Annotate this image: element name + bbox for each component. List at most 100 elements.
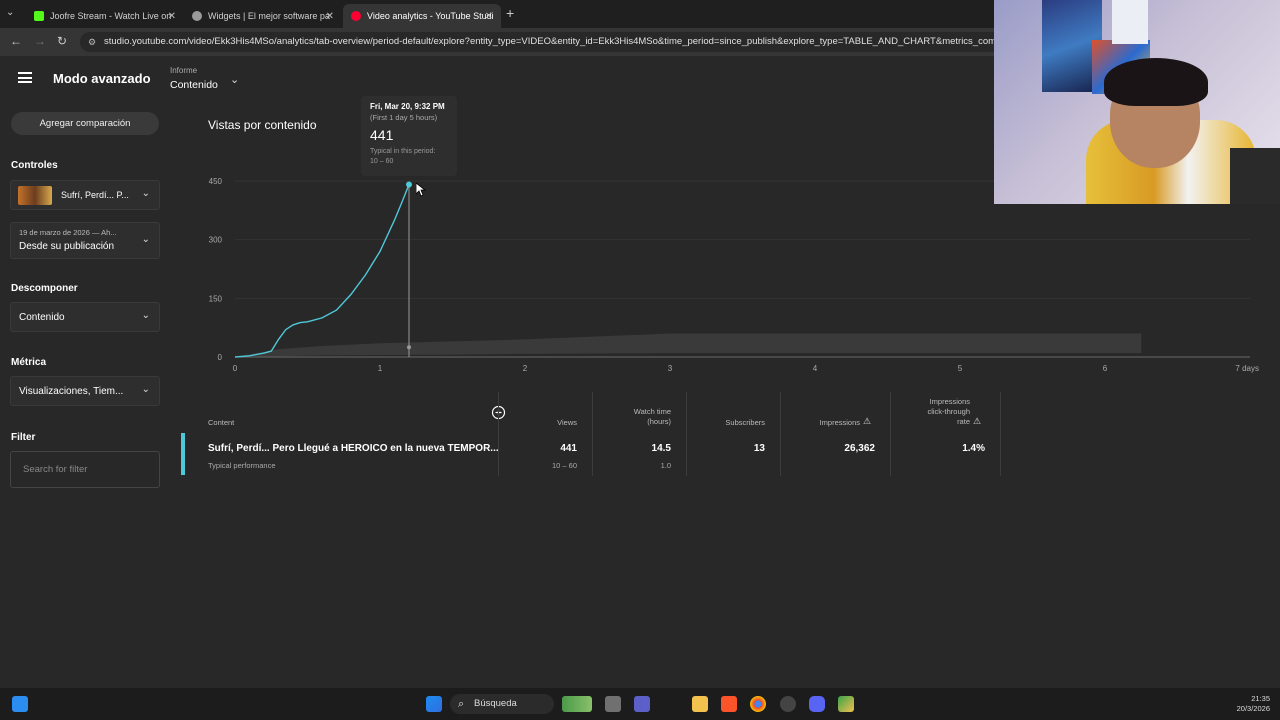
tooltip-subtitle: (First 1 day 5 hours) [370,113,438,122]
y-tick-label: 450 [209,177,223,186]
wall-paper [1112,0,1148,44]
breakdown-value: Contenido [19,312,65,323]
x-tick-label: 0 [233,364,238,373]
kick-favicon-icon [34,11,44,21]
column-divider [1000,392,1001,476]
col-header-views[interactable]: Views [510,418,577,428]
ctr-line1: Impressions [929,397,970,406]
warning-icon[interactable]: ⚠ [863,416,871,427]
person-hair [1104,58,1208,106]
search-icon: ⌕ [458,698,465,710]
obs-icon[interactable] [780,696,796,712]
col-header-watch-time[interactable]: Watch time (hours) [600,407,671,427]
taskbar-clock[interactable]: 21:35 20/3/2026 [1237,694,1270,714]
col-header-impressions[interactable]: Impressions [790,418,860,428]
chart-tooltip: Fri, Mar 20, 9:32 PM (First 1 day 5 hour… [361,96,457,176]
col-header-ctr[interactable]: Impressions click-through rate [900,397,970,427]
x-tick-label: 5 [958,364,963,373]
page-title: Modo avanzado [53,71,151,86]
column-divider [780,392,781,476]
back-arrow-icon[interactable]: ← [10,34,22,48]
brave-icon[interactable] [721,696,737,712]
file-explorer-icon[interactable] [692,696,708,712]
forward-arrow-icon[interactable]: → [34,34,46,48]
filter-search-input[interactable]: Search for filter [10,451,160,488]
chevron-down-icon: ⌄ [141,310,150,321]
video-select-value: Sufrí, Perdí... P... [61,190,129,200]
cell-impressions: 26,362 [844,443,875,454]
report-label: Informe [170,66,198,75]
tab-search-icon[interactable]: ⌄ [6,7,14,18]
row-subtitle: Typical performance [208,461,276,470]
youtube-favicon-icon [351,11,361,21]
microphone [1230,148,1280,204]
cell-ctr: 1.4% [962,443,985,454]
tooltip-value: 441 [370,127,394,143]
close-tab-icon[interactable]: ✕ [485,11,493,22]
typical-performance-band [235,333,1142,357]
ctr-line3: rate [957,417,970,426]
x-tick-label: 1 [378,364,383,373]
column-divider [498,392,499,476]
browser-tab-widgets[interactable]: Widgets | El mejor software pa ✕ [184,4,342,28]
discord-icon[interactable] [809,696,825,712]
cell-watch-time-typical: 1.0 [660,461,671,470]
y-tick-label: 150 [209,294,223,303]
column-divider [890,392,891,476]
task-view-icon[interactable] [605,696,621,712]
tooltip-typical-range: 10 – 60 [370,158,394,165]
chart-title: Vistas por contenido [208,118,317,132]
reload-icon[interactable]: ↻ [57,34,67,48]
col-header-subscribers[interactable]: Subscribers [690,418,765,428]
chevron-down-icon: ⌄ [141,188,150,199]
browser-tab-youtube-studio[interactable]: Video analytics - YouTube Studi ✕ [343,4,501,28]
chevron-down-icon: ⌄ [230,74,240,86]
clock-date: 20/3/2026 [1236,704,1270,713]
windows-start-icon[interactable] [426,696,442,712]
close-tab-icon[interactable]: ✕ [326,11,334,22]
widgets-icon[interactable] [12,696,28,712]
new-tab-icon[interactable]: + [506,5,514,21]
chrome-icon[interactable] [750,696,766,712]
row-video-title[interactable]: Sufrí, Perdí... Pero Llegué a HEROICO en… [208,443,499,454]
x-tick-label: 2 [523,364,528,373]
metric-select[interactable]: Visualizaciones, Tiem... ⌄ [10,376,160,406]
typical-point [407,345,411,350]
cell-views-typical: 10 – 60 [551,461,577,470]
add-comparison-button[interactable]: Agregar comparación [11,112,159,135]
series-color-marker [181,433,185,475]
col-header-content[interactable]: Content [208,418,234,428]
tab-title: Video analytics - YouTube Studi [367,11,494,21]
date-range-value: Desde su publicación [19,241,115,252]
breakdown-select[interactable]: Contenido ⌄ [10,302,160,332]
ctr-line2: click-through [927,407,970,416]
teams-icon[interactable] [634,696,650,712]
column-divider [592,392,593,476]
date-range-select[interactable]: 19 de marzo de 2026 — Ah... Desde su pub… [10,222,160,259]
warning-icon[interactable]: ⚠ [973,416,981,427]
controls-label: Controles [11,160,58,171]
video-select[interactable]: Sufrí, Perdí... P... ⌄ [10,180,160,210]
hover-point [406,181,412,188]
views-series-line [234,184,410,358]
taskbar-search[interactable]: ⌕ Búsqueda [450,694,554,714]
filter-label: Filter [11,432,36,443]
watch-time-line1: Watch time [633,407,671,416]
breakdown-label: Descomponer [11,283,78,294]
chevron-down-icon: ⌄ [141,234,150,245]
tab-title: Widgets | El mejor software pa [208,11,330,21]
chevron-down-icon: ⌄ [141,384,150,395]
address-bar[interactable]: ⚙ studio.youtube.com/video/Ekk3His4MSo/a… [80,32,1080,52]
tooltip-date: Fri, Mar 20, 9:32 PM [370,102,445,111]
x-tick-label: 4 [813,364,818,373]
site-info-icon[interactable]: ⚙ [88,32,96,52]
cell-subscribers: 13 [753,443,765,454]
app-icon[interactable] [838,696,854,712]
close-tab-icon[interactable]: ✕ [168,11,176,22]
search-highlight-icon[interactable] [562,696,592,712]
browser-tab-kick[interactable]: Joofre Stream - Watch Live on ✕ [26,4,184,28]
tooltip-typical: Typical in this period: 10 – 60 [370,147,448,167]
menu-icon[interactable] [18,72,32,83]
column-divider [686,392,687,476]
cell-views: 441 [560,443,577,454]
